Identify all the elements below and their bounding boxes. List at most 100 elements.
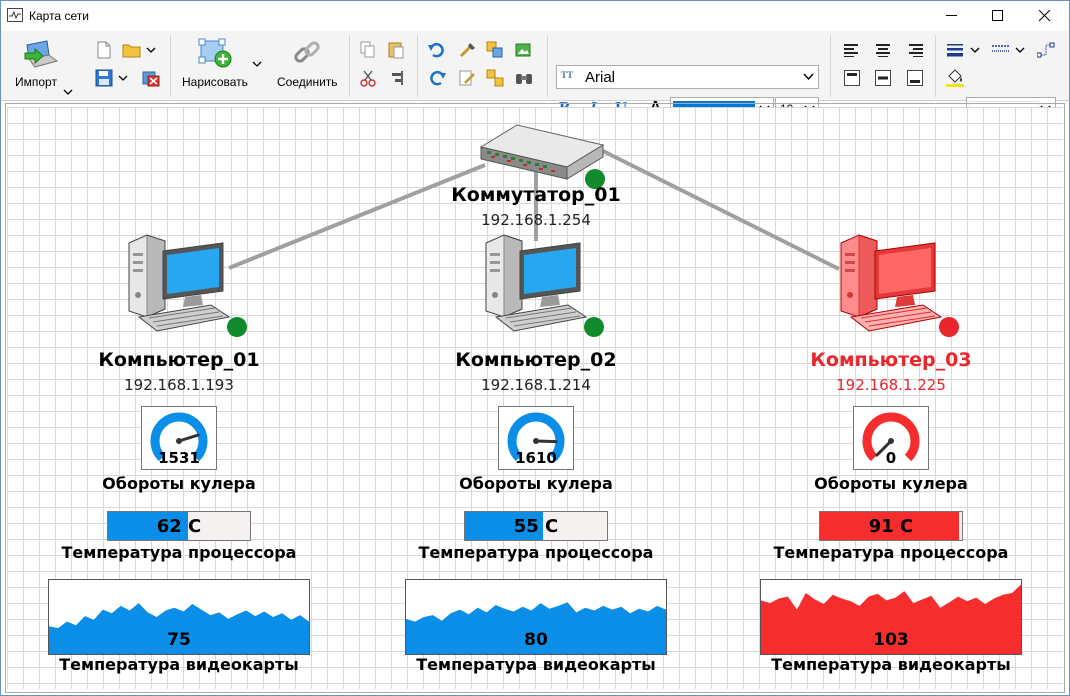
group-objects-icon xyxy=(486,41,503,58)
import-label: Импорт xyxy=(15,75,57,89)
computer-icon-wrapper[interactable] xyxy=(119,231,239,341)
gauge-hub xyxy=(176,438,182,444)
cpu-temperature-bar[interactable]: 62 C xyxy=(107,511,251,541)
gpu-temperature-chart[interactable]: 80 xyxy=(405,579,667,655)
computer-ip: 192.168.1.214 xyxy=(481,376,591,394)
valign-top-button[interactable] xyxy=(841,67,863,89)
undo-button[interactable] xyxy=(426,39,448,61)
connect-label: Соединить xyxy=(277,75,338,89)
computer-status-indicator xyxy=(227,317,247,337)
fan-speed-value: 1531 xyxy=(158,449,200,467)
redo-icon xyxy=(430,70,446,86)
chevron-down-icon xyxy=(803,73,814,81)
align-center-button[interactable] xyxy=(872,39,894,61)
gpu-temperature-chart[interactable]: 103 xyxy=(760,579,1022,655)
computer-status-indicator xyxy=(584,317,604,337)
align-left-button[interactable] xyxy=(841,39,863,61)
save-dropdown-icon[interactable] xyxy=(118,73,128,83)
fan-speed-gauge[interactable]: 0 xyxy=(853,406,929,470)
toolbar-separator xyxy=(830,35,831,97)
export-pdf-button[interactable] xyxy=(140,67,162,89)
gpu-temperature-value: 75 xyxy=(167,630,191,650)
computer-icon-wrapper[interactable] xyxy=(831,231,951,341)
line-style-icon xyxy=(992,45,1009,52)
connector-icon xyxy=(1037,42,1055,58)
computer-ip: 192.168.1.225 xyxy=(836,376,946,394)
truetype-icon: TT xyxy=(561,70,574,80)
fan-speed-gauge[interactable]: 1610 xyxy=(498,406,574,470)
import-dropdown-icon[interactable] xyxy=(63,87,73,97)
close-button[interactable] xyxy=(1022,1,1068,31)
fill-color-button[interactable] xyxy=(944,67,966,89)
format-painter-button[interactable] xyxy=(456,39,478,61)
gpu-temperature-label: Температура видеокарты xyxy=(59,655,299,674)
connector-type-button[interactable] xyxy=(1035,39,1057,61)
ungroup-button[interactable] xyxy=(484,67,506,89)
cut-button[interactable] xyxy=(357,67,379,89)
minimize-button[interactable] xyxy=(929,1,975,31)
gpu-temperature-value: 103 xyxy=(873,630,909,650)
gpu-temperature-chart[interactable]: 75 xyxy=(48,579,310,655)
save-button[interactable] xyxy=(93,67,115,89)
cpu-temperature-bar[interactable]: 91 C xyxy=(819,511,963,541)
vertical-align-bottom-icon xyxy=(907,70,923,86)
find-button[interactable] xyxy=(513,67,535,89)
edit-text-button[interactable] xyxy=(456,67,478,89)
window-title: Карта сети xyxy=(29,9,89,23)
undo-icon xyxy=(428,42,444,58)
gauge-hub xyxy=(888,438,894,444)
group-button[interactable] xyxy=(484,39,506,61)
open-file-button[interactable] xyxy=(121,39,143,61)
align-objects-button[interactable] xyxy=(385,67,407,89)
new-file-button[interactable] xyxy=(93,39,115,61)
copy-button[interactable] xyxy=(357,39,379,61)
open-folder-icon xyxy=(122,44,141,58)
cpu-temperature-bar[interactable]: 55 C xyxy=(464,511,608,541)
gpu-temperature-label: Температура видеокарты xyxy=(771,655,1011,674)
gauge-needle xyxy=(534,439,558,444)
import-button[interactable] xyxy=(23,39,59,71)
gpu-temperature-label: Температура видеокарты xyxy=(416,655,656,674)
line-width-dropdown-icon[interactable] xyxy=(970,45,980,55)
open-dropdown-icon[interactable] xyxy=(146,45,156,55)
line-width-button[interactable] xyxy=(945,39,967,61)
font-family-select[interactable]: TT Arial xyxy=(556,65,819,89)
draw-dropdown-icon[interactable] xyxy=(252,59,262,69)
line-style-button[interactable] xyxy=(990,39,1012,61)
align-right-button[interactable] xyxy=(904,39,926,61)
cpu-temperature-value: 62 C xyxy=(156,516,202,537)
fan-speed-label: Обороты кулера xyxy=(102,474,256,493)
network-map-canvas[interactable]: Коммутатор_01 192.168.1.254 Компьютер_01… xyxy=(7,107,1063,689)
connect-button[interactable] xyxy=(291,37,323,69)
toolbar-separator xyxy=(170,35,171,97)
binoculars-icon xyxy=(516,74,532,84)
valign-middle-button[interactable] xyxy=(872,67,894,89)
computer-icon-wrapper[interactable] xyxy=(476,231,596,341)
title-bar: Карта сети xyxy=(1,1,1069,31)
line-style-dropdown-icon[interactable] xyxy=(1015,45,1025,55)
fan-speed-value: 1610 xyxy=(515,449,557,467)
paste-button[interactable] xyxy=(385,39,407,61)
fan-speed-gauge[interactable]: 1531 xyxy=(141,406,217,470)
vertical-align-top-icon xyxy=(844,70,860,86)
chain-link-icon xyxy=(294,41,320,63)
draw-label: Нарисовать xyxy=(182,75,248,89)
export-image-icon xyxy=(515,43,531,57)
toolbar-separator xyxy=(935,35,936,97)
ungroup-objects-icon xyxy=(486,69,504,87)
draw-button[interactable] xyxy=(197,37,233,69)
redo-button[interactable] xyxy=(426,67,448,89)
laptop-import-icon xyxy=(24,40,59,68)
export-image-button[interactable] xyxy=(513,39,535,61)
brush-icon xyxy=(459,43,475,58)
export-delete-icon xyxy=(142,71,160,87)
fan-speed-label: Обороты кулера xyxy=(459,474,613,493)
valign-bottom-button[interactable] xyxy=(904,67,926,89)
link-switch-computer-03[interactable] xyxy=(602,149,840,271)
line-width-icon xyxy=(947,44,963,57)
maximize-button[interactable] xyxy=(975,1,1021,31)
toolbar-separator xyxy=(417,35,418,97)
cpu-temperature-label: Температура процессора xyxy=(61,543,297,562)
new-document-icon xyxy=(97,41,111,59)
fan-speed-label: Обороты кулера xyxy=(814,474,968,493)
